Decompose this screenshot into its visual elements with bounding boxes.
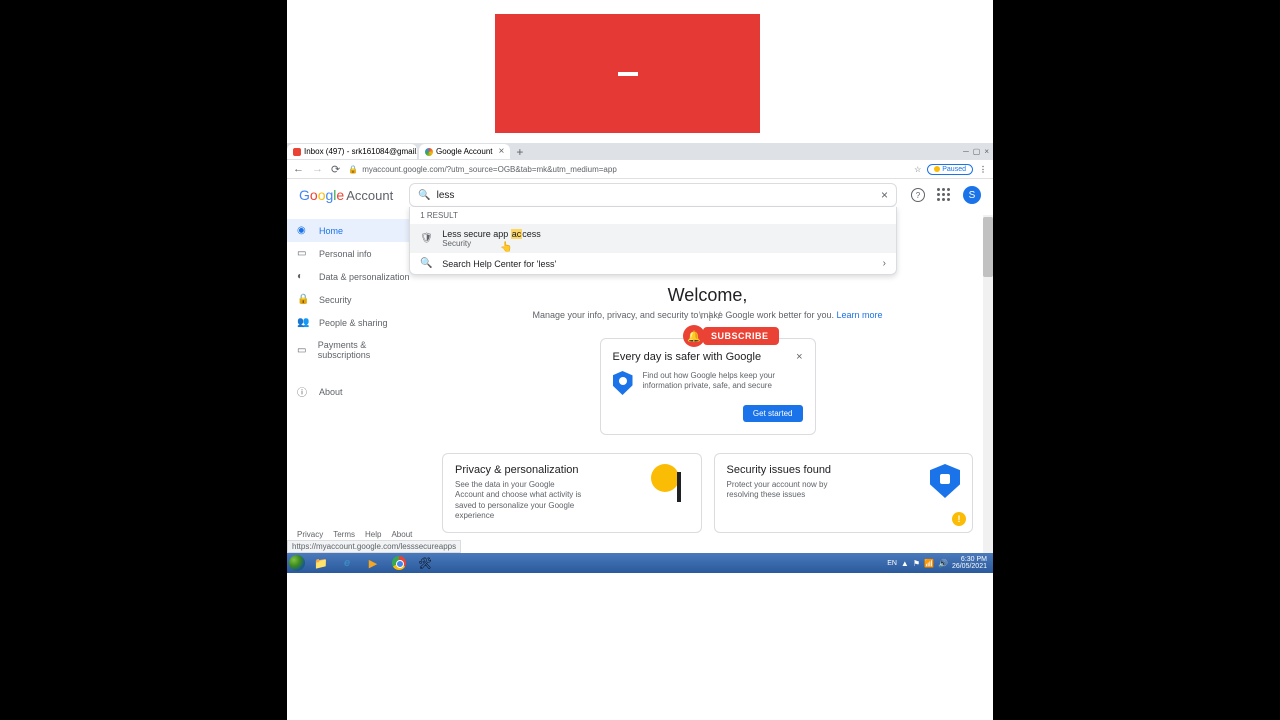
sidebar-item-security[interactable]: 🔒Security (287, 288, 422, 311)
minimize-icon[interactable]: ─ (963, 147, 969, 156)
card-icon: ▭ (297, 248, 311, 259)
privacy-text: See the data in your Google Account and … (455, 480, 585, 522)
lang-indicator[interactable]: EN (887, 560, 897, 567)
sidebar-item-home[interactable]: ◉Home (287, 219, 422, 242)
footer-privacy[interactable]: Privacy (297, 530, 323, 539)
safer-title: Every day is safer with Google (613, 351, 762, 363)
browser-window: Inbox (497) - srk161084@gmail... × Googl… (287, 143, 993, 553)
sidebar-item-payments[interactable]: ▭Payments & subscriptions (287, 334, 422, 366)
back-button[interactable]: ← (293, 163, 304, 175)
tray-up-icon[interactable]: ▲ (901, 559, 909, 568)
footer-about[interactable]: About (391, 530, 412, 539)
people-icon: 👥 (297, 317, 311, 328)
privacy-illustration (651, 464, 689, 502)
lock-icon[interactable]: 🔒 (348, 165, 358, 174)
security-illustration: ! (930, 464, 960, 522)
footer-links: Privacy Terms Help About (297, 530, 412, 539)
close-icon[interactable]: × (984, 147, 989, 156)
dropdown-item-help[interactable]: 🔍 Search Help Center for 'less' › (410, 253, 896, 274)
apps-icon[interactable] (937, 188, 951, 202)
menu-icon[interactable]: ⋮ (979, 165, 987, 174)
chevron-right-icon: › (883, 258, 886, 269)
sidebar-item-data[interactable]: ◐Data & personalization (287, 265, 422, 288)
close-icon[interactable]: × (796, 351, 802, 363)
search-icon: 🔍 (418, 190, 430, 201)
tray-network-icon[interactable]: 📶 (924, 559, 934, 568)
data-icon: ◐ (297, 271, 311, 282)
address-bar: ← → ⟳ 🔒 myaccount.google.com/?utm_source… (287, 160, 993, 179)
status-bar: https://myaccount.google.com/lesssecurea… (287, 540, 461, 553)
dropdown-item-less-secure[interactable]: 🛡 Less secure app access Security 👆 (410, 224, 896, 253)
close-icon[interactable]: × (498, 146, 504, 157)
chrome-icon[interactable] (387, 554, 411, 572)
search-input[interactable] (437, 190, 881, 201)
avatar[interactable]: S (963, 186, 981, 204)
app-icon[interactable]: 🛠 (413, 554, 437, 572)
sidebar-item-about[interactable]: ⓘAbout (287, 378, 422, 405)
ie-icon[interactable]: e (335, 554, 359, 572)
security-text: Protect your account now by resolving th… (727, 480, 857, 501)
account-label: Account (346, 188, 393, 203)
dropdown-header: 1 RESULT (410, 207, 896, 224)
tray-volume-icon[interactable]: 🔊 (938, 559, 948, 568)
learn-more-link[interactable]: Learn more (836, 310, 882, 320)
new-tab-button[interactable]: + (516, 145, 523, 159)
clear-icon[interactable]: × (881, 188, 888, 202)
reload-button[interactable]: ⟳ (331, 163, 340, 176)
media-player-icon[interactable]: ▶ (361, 554, 385, 572)
footer-help[interactable]: Help (365, 530, 381, 539)
search-dropdown: 1 RESULT 🛡 Less secure app access Securi… (409, 207, 897, 275)
sidebar-item-personal-info[interactable]: ▭Personal info (287, 242, 422, 265)
sidebar-item-people[interactable]: 👥People & sharing (287, 311, 422, 334)
footer-terms[interactable]: Terms (333, 530, 355, 539)
card-icon: ▭ (297, 345, 310, 356)
tray-action-icon[interactable]: ⚑ (913, 559, 920, 568)
get-started-button[interactable]: Get started (743, 405, 803, 422)
safer-text: Find out how Google helps keep your info… (643, 371, 803, 395)
sidebar: ◉Home ▭Personal info ◐Data & personaliza… (287, 219, 422, 405)
lock-icon: 🔒 (297, 294, 311, 305)
subscribe-label: SUBSCRIBE (703, 327, 779, 345)
home-icon: ◉ (297, 225, 311, 236)
url-text[interactable]: myaccount.google.com/?utm_source=OGB&tab… (362, 165, 908, 174)
red-banner-overlay (495, 14, 760, 133)
tab-title: Inbox (497) - srk161084@gmail... (304, 147, 417, 156)
search-icon: 🔍 (420, 258, 434, 269)
welcome-heading: Welcome, (442, 285, 973, 306)
safer-card: Every day is safer with Google × Find ou… (600, 338, 816, 435)
tab-title: Google Account (436, 147, 492, 156)
tab-inbox[interactable]: Inbox (497) - srk161084@gmail... × (287, 144, 417, 159)
taskbar: 📁 e ▶ 🛠 EN ▲ ⚑ 📶 🔊 6:30 PM 26/05/2021 (287, 553, 993, 573)
forward-button[interactable]: → (312, 163, 323, 175)
maximize-icon[interactable]: ▢ (973, 147, 981, 156)
search-box[interactable]: 🔍 × (409, 183, 897, 207)
shield-icon: 🛡 (420, 233, 434, 244)
subscribe-overlay[interactable]: \ | / 🔔 SUBSCRIBE (683, 325, 779, 347)
privacy-title: Privacy & personalization (455, 464, 585, 476)
tab-bar: Inbox (497) - srk161084@gmail... × Googl… (287, 143, 993, 160)
profile-paused-button[interactable]: Paused (927, 164, 973, 175)
shield-icon (613, 371, 633, 395)
cursor-icon: 👆 (500, 242, 512, 253)
privacy-card[interactable]: Privacy & personalization See the data i… (442, 453, 702, 533)
start-button[interactable] (287, 553, 307, 573)
info-icon: ⓘ (297, 384, 311, 399)
google-logo: Google (299, 187, 344, 203)
security-title: Security issues found (727, 464, 857, 476)
clock[interactable]: 6:30 PM 26/05/2021 (952, 556, 987, 570)
bell-icon: 🔔 (683, 325, 705, 347)
help-icon[interactable]: ? (911, 188, 925, 202)
star-icon[interactable]: ☆ (914, 165, 921, 174)
tab-google-account[interactable]: Google Account × (419, 144, 510, 159)
explorer-icon[interactable]: 📁 (309, 554, 333, 572)
security-card[interactable]: Security issues found Protect your accou… (714, 453, 974, 533)
